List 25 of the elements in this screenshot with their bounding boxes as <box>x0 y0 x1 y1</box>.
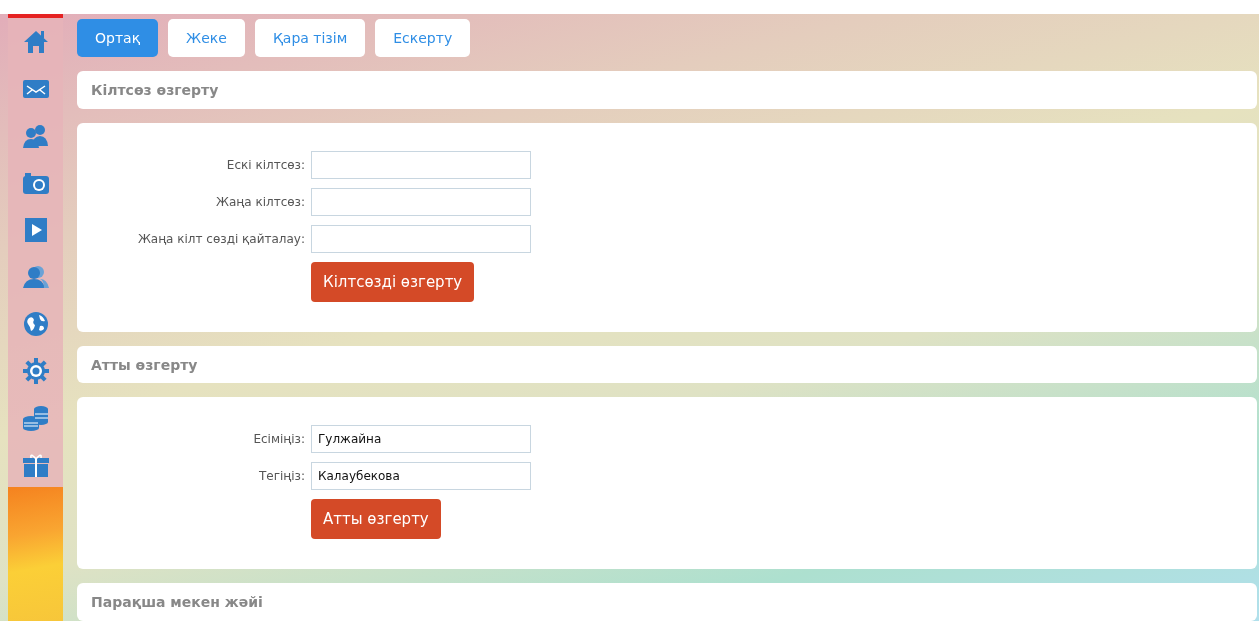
tab[interactable]: Ескерту <box>375 19 471 57</box>
coins-icon[interactable] <box>21 404 50 432</box>
input-field[interactable] <box>311 224 531 253</box>
users-icon[interactable] <box>21 122 50 150</box>
section-title: Атты өзгерту <box>91 356 198 373</box>
tab[interactable]: Ортақ <box>77 19 159 57</box>
field-label: Тегіңіз: <box>257 469 305 484</box>
people-icon[interactable] <box>21 263 50 291</box>
input-field[interactable]: Гулжайна <box>311 425 531 454</box>
tab[interactable]: Жеке <box>168 19 245 57</box>
input-field[interactable] <box>311 150 531 179</box>
globe-icon[interactable] <box>21 310 50 338</box>
submit-button[interactable]: Атты өзгерту <box>311 499 441 540</box>
submit-button[interactable]: Кілтсөзді өзгерту <box>311 261 475 302</box>
input-field[interactable]: Калаубекова <box>311 462 531 491</box>
gear-icon[interactable] <box>21 357 50 385</box>
field-label: Есіміңіз: <box>252 432 305 447</box>
section-title: Парақша мекен жәйі <box>91 594 263 611</box>
gift-icon[interactable] <box>21 451 50 479</box>
field-label: Жаңа кілт сөзді қайталау: <box>136 231 305 246</box>
field-label: Жаңа кілтсөз: <box>215 194 305 209</box>
section-title: Кілтсөз өзгерту <box>91 81 219 98</box>
tab[interactable]: Қара тізім <box>254 19 366 57</box>
input-field[interactable] <box>311 187 531 216</box>
field-label: Ескі кілтсөз: <box>225 157 305 172</box>
